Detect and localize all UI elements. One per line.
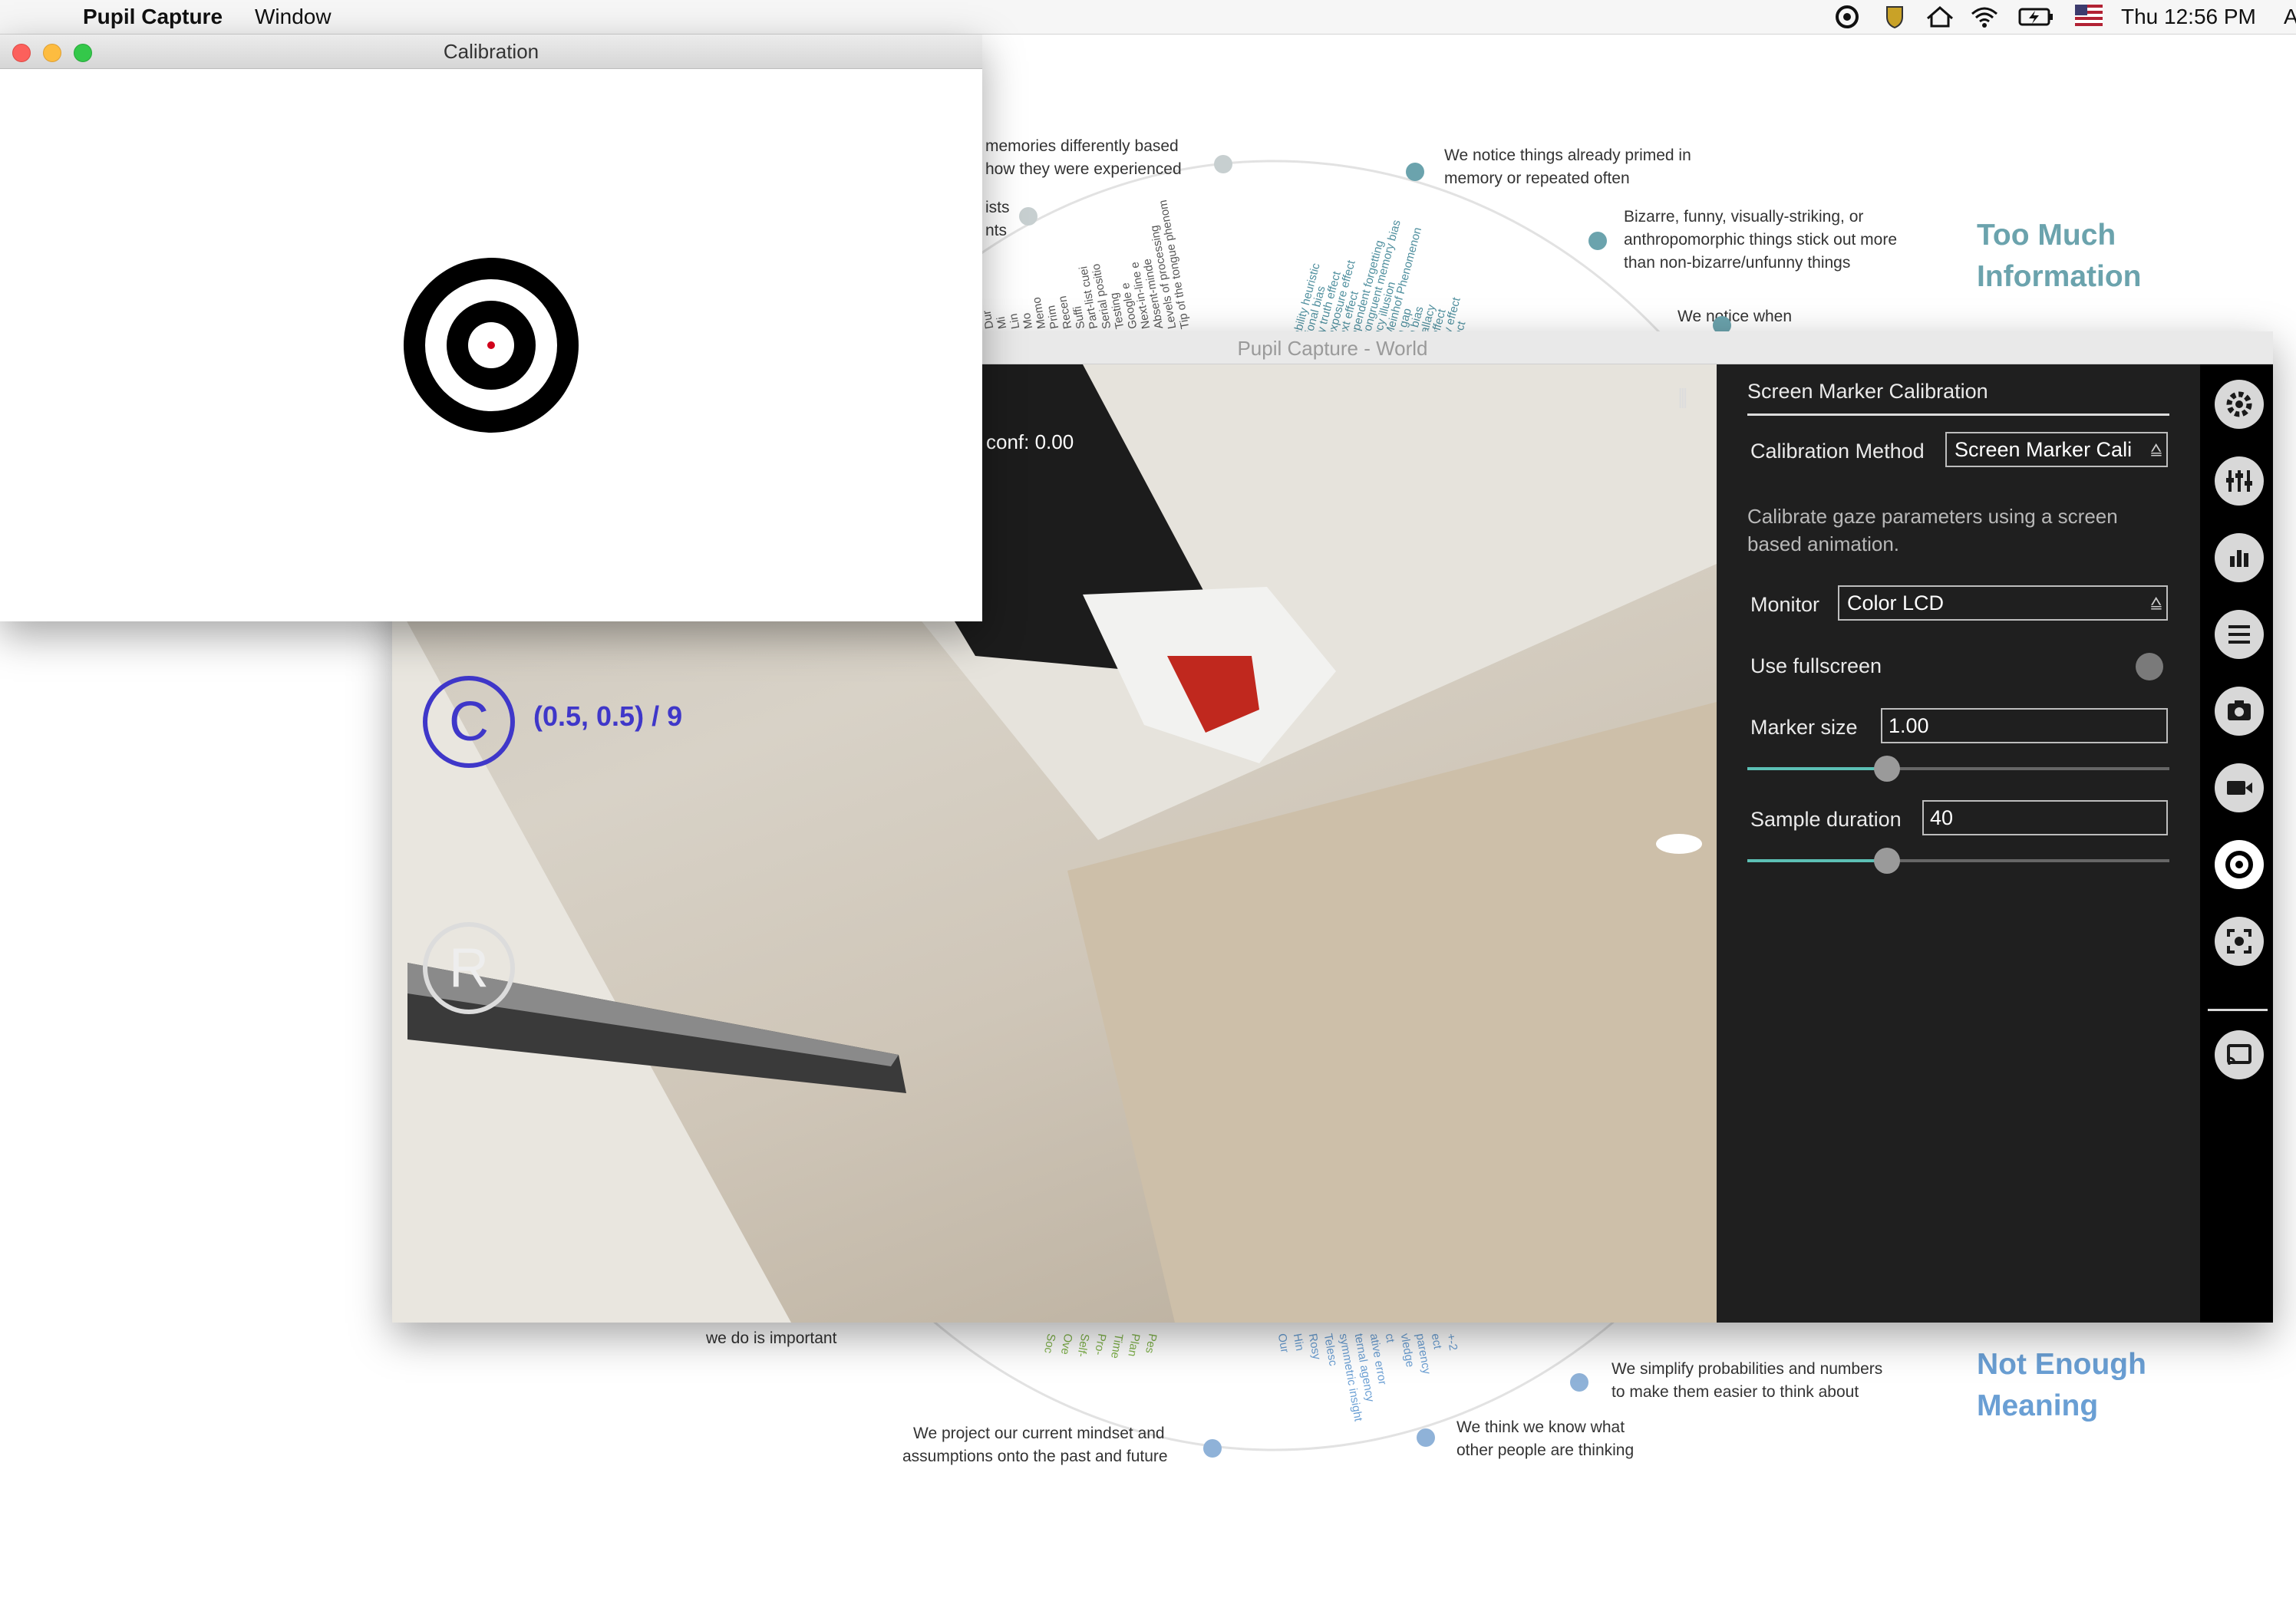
sample-duration-label: Sample duration xyxy=(1750,808,1902,831)
gear-icon[interactable] xyxy=(2215,380,2264,429)
bg-text: other people are thinking xyxy=(1456,1441,1635,1459)
bg-text: memories differently based xyxy=(985,137,1179,155)
calibration-method-select[interactable]: Screen Marker Cali ⩠ xyxy=(1945,432,2168,467)
marker-size-label: Marker size xyxy=(1750,716,1858,739)
bg-dot xyxy=(1406,163,1424,181)
video-icon[interactable] xyxy=(2215,763,2264,812)
slider-fill xyxy=(1747,767,1887,770)
bg-dot xyxy=(1203,1439,1222,1458)
slider-knob[interactable] xyxy=(1873,756,1900,782)
sliders-icon[interactable] xyxy=(2215,456,2264,506)
plugin-icon-bar xyxy=(2200,364,2273,1323)
screen-marker-calibration-panel: Screen Marker Calibration Calibration Me… xyxy=(1717,364,2200,1323)
radial-label: ct xyxy=(1382,1333,1397,1344)
sample-duration-input[interactable]: 40 xyxy=(1922,800,2168,835)
calibration-titlebar[interactable]: Calibration xyxy=(0,35,982,69)
bg-text: to make them easier to think about xyxy=(1611,1383,1859,1401)
bg-text: We notice things already primed in xyxy=(1444,147,1691,164)
calibration-method-value: Screen Marker Cali xyxy=(1955,438,2133,461)
bg-text: assumptions onto the past and future xyxy=(902,1448,1168,1465)
calibration-target-icon[interactable] xyxy=(2215,840,2264,889)
bg-text: memory or repeated often xyxy=(1444,170,1630,187)
bg-text: We notice when xyxy=(1677,308,1793,325)
camera-icon[interactable] xyxy=(2215,687,2264,736)
slider-knob[interactable] xyxy=(1873,848,1900,874)
bg-text: ists xyxy=(985,199,1010,216)
bar-chart-icon[interactable] xyxy=(2215,533,2264,582)
calibration-progress-label: (0.5, 0.5) / 9 xyxy=(533,700,683,732)
bg-dot xyxy=(1417,1428,1435,1447)
bg-text: Bizarre, funny, visually-striking, or xyxy=(1624,208,1864,226)
bg-text: We simplify probabilities and numbers xyxy=(1611,1360,1883,1378)
target-center-dot xyxy=(487,341,495,349)
bg-text: how they were experienced xyxy=(985,160,1182,178)
confidence-readout: conf: 0.00 xyxy=(986,430,1074,453)
dropdown-arrow-icon: ⩠ xyxy=(2150,592,2162,613)
monitor-value: Color LCD xyxy=(1847,591,1945,614)
slider-fill xyxy=(1747,859,1887,862)
calibration-marker-target xyxy=(404,258,579,433)
cast-icon[interactable] xyxy=(2215,1030,2264,1079)
panel-description: Calibrate gaze parameters using a screen… xyxy=(1747,505,2118,555)
marker-size-input[interactable]: 1.00 xyxy=(1881,708,2168,743)
calibration-window-title: Calibration xyxy=(443,40,539,63)
bg-dot xyxy=(1588,232,1607,250)
heading-too-much-information: Too Much Information xyxy=(1977,219,2142,293)
monitor-label: Monitor xyxy=(1750,593,1820,616)
icon-bar-divider xyxy=(2208,1009,2268,1011)
panel-title: Screen Marker Calibration xyxy=(1747,380,1988,403)
radial-label: ect xyxy=(1428,1333,1444,1350)
use-fullscreen-toggle[interactable] xyxy=(2136,653,2163,680)
radial-label: Hin xyxy=(1290,1333,1307,1352)
bg-text: nts xyxy=(985,222,1008,239)
capture-focus-icon[interactable] xyxy=(2215,917,2264,966)
monitor-select[interactable]: Color LCD ⩠ xyxy=(1838,585,2168,621)
heading-not-enough-meaning: Not Enough Meaning xyxy=(1977,1348,2146,1422)
bg-dot xyxy=(1019,207,1037,226)
dropdown-arrow-icon: ⩠ xyxy=(2150,439,2162,460)
bg-text: than non-bizarre/unfunny things xyxy=(1624,254,1851,272)
panel-divider xyxy=(1747,413,2169,416)
bg-text: We think we know what xyxy=(1456,1418,1625,1436)
calibration-status-marker: C xyxy=(423,676,515,768)
calibration-method-label: Calibration Method xyxy=(1750,440,1925,463)
bg-dot xyxy=(1214,155,1232,173)
use-fullscreen-label: Use fullscreen xyxy=(1750,654,1882,677)
bg-dot xyxy=(1570,1373,1588,1392)
calibration-window[interactable]: Calibration xyxy=(0,35,982,621)
bg-text: we do is important xyxy=(706,1329,837,1347)
bg-text: anthropomorphic things stick out more xyxy=(1624,231,1898,249)
recording-status-marker: R xyxy=(423,922,515,1014)
radial-label: +-2 xyxy=(1443,1333,1460,1352)
panel-drag-handle[interactable]: ||| xyxy=(1677,384,1688,409)
list-icon[interactable] xyxy=(2215,610,2264,659)
bg-text: We project our current mindset and xyxy=(913,1425,1165,1442)
